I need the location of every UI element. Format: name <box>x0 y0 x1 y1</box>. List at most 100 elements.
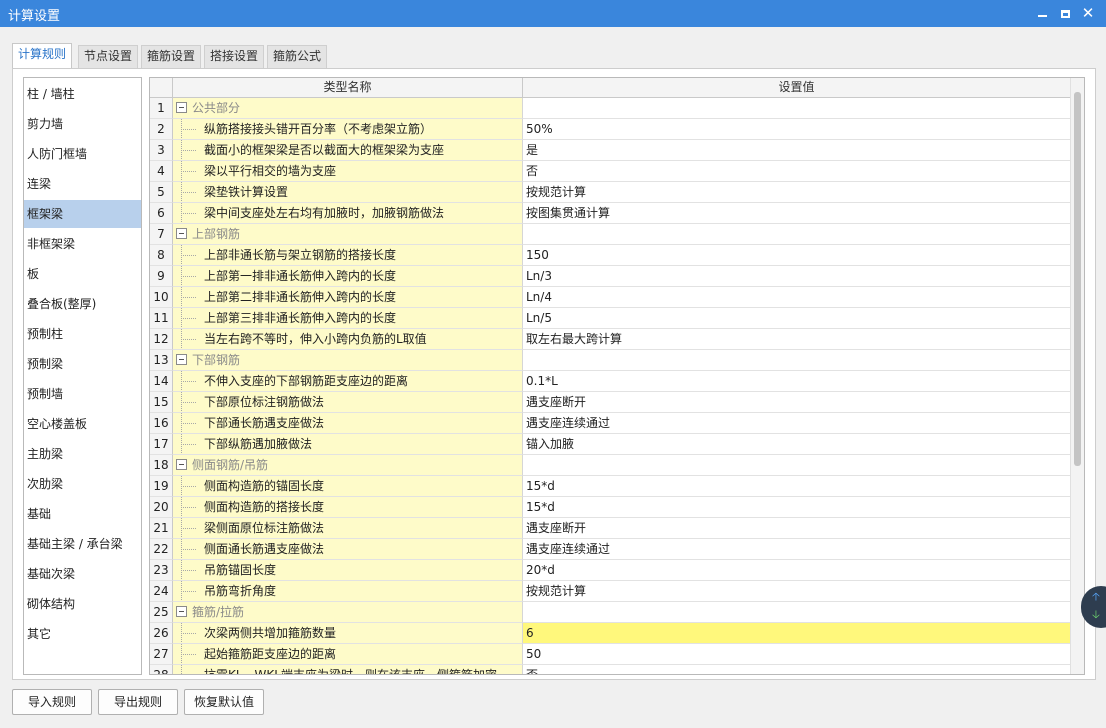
collapse-toggle-icon[interactable] <box>176 354 187 365</box>
table-row[interactable]: 19 侧面构造筋的锚固长度 15*d <box>150 476 1070 497</box>
sidebar-item-hollow-floor-slab[interactable]: 空心楼盖板 <box>24 410 141 438</box>
table-row[interactable]: 15 下部原位标注钢筋做法 遇支座断开 <box>150 392 1070 413</box>
sidebar-item-precast-beam[interactable]: 预制梁 <box>24 350 141 378</box>
maximize-button[interactable] <box>1054 3 1076 23</box>
table-row[interactable]: 9 上部第一排非通长筋伸入跨内的长度 Ln/3 <box>150 266 1070 287</box>
arrow-down-icon[interactable]: 🡣 <box>1089 608 1103 622</box>
row-number: 23 <box>150 560 173 581</box>
table-row[interactable]: 24 吊筋弯折角度 按规范计算 <box>150 581 1070 602</box>
setting-value-cell[interactable]: 50 <box>523 644 1070 665</box>
setting-value-cell[interactable]: 否 <box>523 665 1070 674</box>
setting-value-cell[interactable]: 按规范计算 <box>523 581 1070 602</box>
group-row[interactable]: 25 箍筋/拉筋 <box>150 602 1070 623</box>
tab-stirrup-formula[interactable]: 箍筋公式 <box>267 45 328 68</box>
sidebar-item-column[interactable]: 柱 / 墙柱 <box>24 80 141 108</box>
collapse-toggle-icon[interactable] <box>176 228 187 239</box>
group-row[interactable]: 13 下部钢筋 <box>150 350 1070 371</box>
table-row[interactable]: 5 梁垫铁计算设置 按规范计算 <box>150 182 1070 203</box>
group-row[interactable]: 1 公共部分 <box>150 98 1070 119</box>
table-row[interactable]: 27 起始箍筋距支座边的距离 50 <box>150 644 1070 665</box>
setting-value-cell[interactable]: 按图集贯通计算 <box>523 203 1070 224</box>
sidebar-item-frame-beam[interactable]: 框架梁 <box>24 200 141 228</box>
collapse-toggle-icon[interactable] <box>176 459 187 470</box>
setting-value-cell[interactable]: Ln/3 <box>523 266 1070 287</box>
sidebar-item-precast-wall[interactable]: 预制墙 <box>24 380 141 408</box>
setting-value-cell[interactable]: 20*d <box>523 560 1070 581</box>
sidebar-item-composite-slab[interactable]: 叠合板(整厚) <box>24 290 141 318</box>
tree-connector-branch <box>181 633 196 634</box>
tab-lap-settings[interactable]: 搭接设置 <box>204 45 265 68</box>
setting-value-cell[interactable]: 遇支座连续通过 <box>523 539 1070 560</box>
table-row[interactable]: 11 上部第三排非通长筋伸入跨内的长度 Ln/5 <box>150 308 1070 329</box>
sidebar-item-non-frame-beam[interactable]: 非框架梁 <box>24 230 141 258</box>
tree-connector-branch <box>181 213 196 214</box>
setting-value-cell[interactable]: 遇支座连续通过 <box>523 413 1070 434</box>
table-row[interactable]: 2 纵筋搭接接头错开百分率（不考虑架立筋） 50% <box>150 119 1070 140</box>
close-button[interactable]: ✕ <box>1077 3 1099 23</box>
sidebar-item-precast-column[interactable]: 预制柱 <box>24 320 141 348</box>
export-rules-button[interactable]: 导出规则 <box>98 689 178 715</box>
table-row[interactable]: 14 不伸入支座的下部钢筋距支座边的距离 0.1*L <box>150 371 1070 392</box>
table-row[interactable]: 10 上部第二排非通长筋伸入跨内的长度 Ln/4 <box>150 287 1070 308</box>
scrollbar-thumb[interactable] <box>1074 92 1081 466</box>
sidebar-item-shear-wall[interactable]: 剪力墙 <box>24 110 141 138</box>
sidebar-item-foundation-main-beam[interactable]: 基础主梁 / 承台梁 <box>24 530 141 558</box>
tab-calc-rules[interactable]: 计算规则 <box>12 43 73 69</box>
vertical-scrollbar[interactable] <box>1070 78 1084 674</box>
table-row[interactable]: 3 截面小的框架梁是否以截面大的框架梁为支座 是 <box>150 140 1070 161</box>
table-row[interactable]: 22 侧面通长筋遇支座做法 遇支座连续通过 <box>150 539 1070 560</box>
sidebar-item-foundation-secondary-beam[interactable]: 基础次梁 <box>24 560 141 588</box>
table-row[interactable]: 6 梁中间支座处左右均有加腋时，加腋钢筋做法 按图集贯通计算 <box>150 203 1070 224</box>
setting-value-cell[interactable]: 锚入加腋 <box>523 434 1070 455</box>
row-number: 5 <box>150 182 173 203</box>
table-row[interactable]: 16 下部通长筋遇支座做法 遇支座连续通过 <box>150 413 1070 434</box>
sidebar-item-secondary-rib-beam[interactable]: 次肋梁 <box>24 470 141 498</box>
table-row[interactable]: 21 梁侧面原位标注筋做法 遇支座断开 <box>150 518 1070 539</box>
sidebar-item-masonry[interactable]: 砌体结构 <box>24 590 141 618</box>
setting-value-cell[interactable]: 是 <box>523 140 1070 161</box>
tree-connector-branch <box>181 339 196 340</box>
setting-value-cell[interactable]: 50% <box>523 119 1070 140</box>
setting-value-cell[interactable]: Ln/4 <box>523 287 1070 308</box>
sidebar-item-foundation[interactable]: 基础 <box>24 500 141 528</box>
setting-value-cell[interactable]: 遇支座断开 <box>523 518 1070 539</box>
setting-value-cell[interactable]: 取左右最大跨计算 <box>523 329 1070 350</box>
table-row[interactable]: 12 当左右跨不等时，伸入小跨内负筋的L取值 取左右最大跨计算 <box>150 329 1070 350</box>
setting-value-cell[interactable]: 0.1*L <box>523 371 1070 392</box>
setting-value-cell[interactable]: Ln/5 <box>523 308 1070 329</box>
setting-value-cell[interactable]: 遇支座断开 <box>523 392 1070 413</box>
header-type-name[interactable]: 类型名称 <box>173 78 523 98</box>
table-row[interactable]: 23 吊筋锚固长度 20*d <box>150 560 1070 581</box>
setting-value-cell[interactable]: 否 <box>523 161 1070 182</box>
table-row[interactable]: 20 侧面构造筋的搭接长度 15*d <box>150 497 1070 518</box>
import-rules-button[interactable]: 导入规则 <box>12 689 92 715</box>
collapse-toggle-icon[interactable] <box>176 606 187 617</box>
restore-defaults-button[interactable]: 恢复默认值 <box>184 689 264 715</box>
setting-value-cell[interactable]: 15*d <box>523 497 1070 518</box>
arrow-up-icon[interactable]: 🡡 <box>1089 590 1103 604</box>
window-titlebar: 计算设置 ✕ <box>0 0 1106 27</box>
group-row[interactable]: 18 侧面钢筋/吊筋 <box>150 455 1070 476</box>
setting-label: 侧面通长筋遇支座做法 <box>204 542 325 556</box>
tab-node-settings[interactable]: 节点设置 <box>78 45 139 68</box>
sidebar-item-main-rib-beam[interactable]: 主肋梁 <box>24 440 141 468</box>
table-row[interactable]: 8 上部非通长筋与架立钢筋的搭接长度 150 <box>150 245 1070 266</box>
sidebar-item-other[interactable]: 其它 <box>24 620 141 648</box>
setting-value-cell <box>523 602 1070 623</box>
sidebar-item-slab[interactable]: 板 <box>24 260 141 288</box>
table-row[interactable]: 4 梁以平行相交的墙为支座 否 <box>150 161 1070 182</box>
minimize-button[interactable] <box>1031 3 1053 23</box>
sidebar-item-civil-defense-door-frame[interactable]: 人防门框墙 <box>24 140 141 168</box>
tab-stirrup-settings[interactable]: 箍筋设置 <box>141 45 202 68</box>
setting-value-cell[interactable]: 6 <box>523 623 1070 644</box>
setting-value-cell[interactable]: 按规范计算 <box>523 182 1070 203</box>
table-row[interactable]: 28 抗震KL、WKL端支座为梁时，则在该支座一侧箍筋加密 否 <box>150 665 1070 674</box>
table-row[interactable]: 17 下部纵筋遇加腋做法 锚入加腋 <box>150 434 1070 455</box>
setting-value-cell[interactable]: 150 <box>523 245 1070 266</box>
table-row[interactable]: 26 次梁两侧共增加箍筋数量 6 <box>150 623 1070 644</box>
setting-value-cell[interactable]: 15*d <box>523 476 1070 497</box>
header-setting-value[interactable]: 设置值 <box>523 78 1070 98</box>
collapse-toggle-icon[interactable] <box>176 102 187 113</box>
sidebar-item-coupling-beam[interactable]: 连梁 <box>24 170 141 198</box>
group-row[interactable]: 7 上部钢筋 <box>150 224 1070 245</box>
